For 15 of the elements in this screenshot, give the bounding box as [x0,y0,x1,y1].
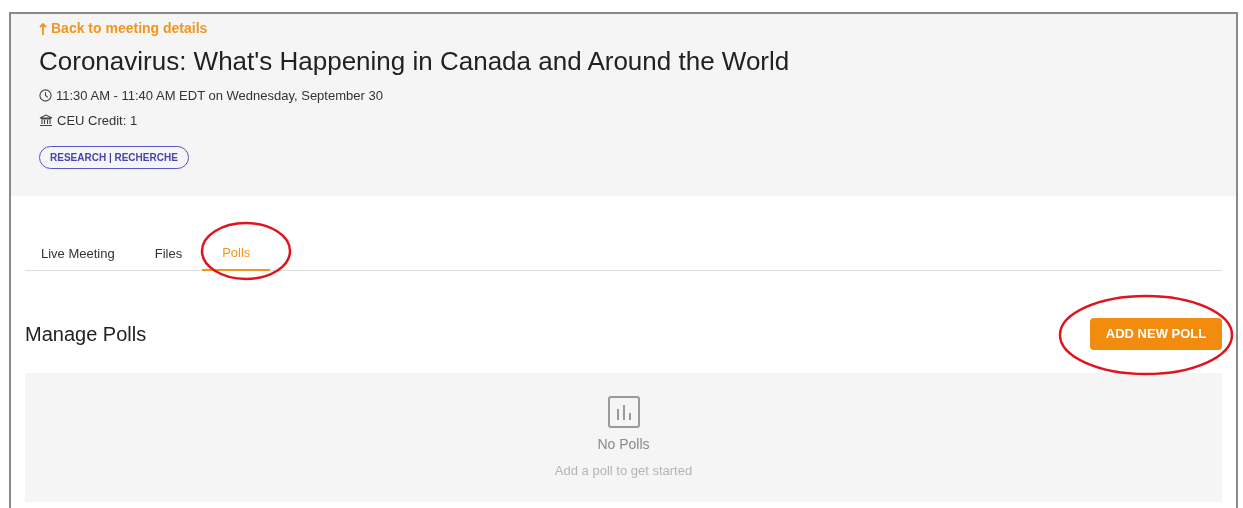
tab[interactable]: Files [134,236,203,271]
bank-icon [39,114,53,128]
empty-message: Add a poll to get started [554,462,693,480]
tab[interactable]: Polls [202,236,271,271]
meeting-time: 11:30 AM - 11:40 AM EDT on Wednesday, September 30 [56,86,383,105]
ceu-credit: CEU Credit: 1 [57,112,138,130]
empty-title: No Polls [597,435,650,454]
tab[interactable]: Live Meeting [41,236,135,271]
back-link[interactable]: Back to meeting details [39,18,208,39]
up-arrow-icon [39,21,47,36]
section-heading: Manage Polls [25,322,147,347]
meeting-title: Coronavirus: What's Happening in Canada and Around the World [39,45,790,78]
bar-chart-icon [607,396,640,428]
add-poll-button[interactable]: ADD NEW POLL [1090,318,1222,350]
clock-icon [39,88,52,102]
